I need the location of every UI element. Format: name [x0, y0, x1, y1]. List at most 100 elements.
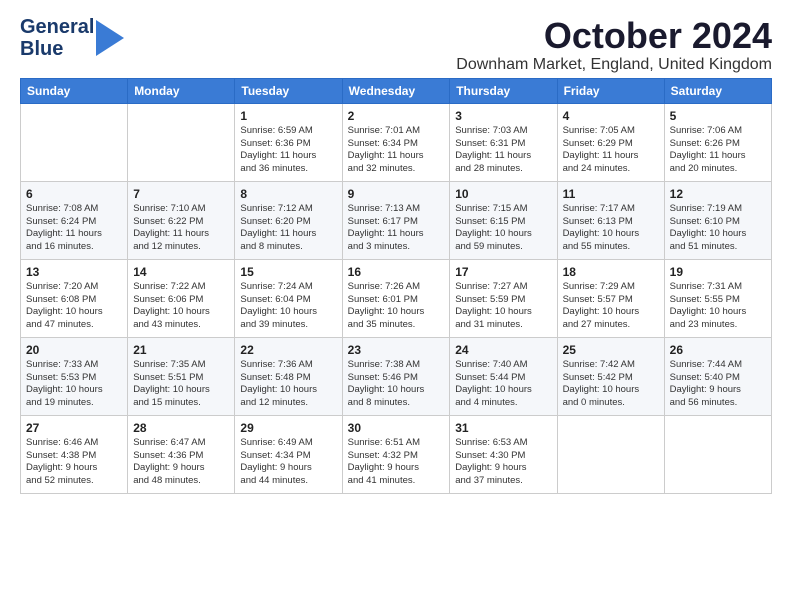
col-sunday: Sunday — [21, 78, 128, 103]
day-cell: 30Sunrise: 6:51 AM Sunset: 4:32 PM Dayli… — [342, 415, 450, 493]
page: General Blue October 2024 Downham Market… — [0, 0, 792, 612]
location: Downham Market, England, United Kingdom — [456, 56, 772, 74]
day-number: 16 — [348, 264, 445, 280]
day-cell: 15Sunrise: 7:24 AM Sunset: 6:04 PM Dayli… — [235, 259, 342, 337]
day-cell: 2Sunrise: 7:01 AM Sunset: 6:34 PM Daylig… — [342, 103, 450, 181]
day-cell: 17Sunrise: 7:27 AM Sunset: 5:59 PM Dayli… — [450, 259, 557, 337]
day-number: 7 — [133, 186, 229, 202]
day-number: 2 — [348, 108, 445, 124]
day-number: 12 — [670, 186, 766, 202]
day-cell: 16Sunrise: 7:26 AM Sunset: 6:01 PM Dayli… — [342, 259, 450, 337]
day-info: Sunrise: 7:26 AM Sunset: 6:01 PM Dayligh… — [348, 281, 445, 332]
day-number: 30 — [348, 420, 445, 436]
day-cell: 8Sunrise: 7:12 AM Sunset: 6:20 PM Daylig… — [235, 181, 342, 259]
day-info: Sunrise: 6:47 AM Sunset: 4:36 PM Dayligh… — [133, 437, 229, 488]
day-number: 1 — [240, 108, 336, 124]
day-info: Sunrise: 7:35 AM Sunset: 5:51 PM Dayligh… — [133, 359, 229, 410]
day-info: Sunrise: 7:08 AM Sunset: 6:24 PM Dayligh… — [26, 203, 122, 254]
day-cell: 25Sunrise: 7:42 AM Sunset: 5:42 PM Dayli… — [557, 337, 664, 415]
week-row-1: 1Sunrise: 6:59 AM Sunset: 6:36 PM Daylig… — [21, 103, 772, 181]
day-number: 24 — [455, 342, 551, 358]
col-thursday: Thursday — [450, 78, 557, 103]
day-cell: 19Sunrise: 7:31 AM Sunset: 5:55 PM Dayli… — [664, 259, 771, 337]
day-info: Sunrise: 6:53 AM Sunset: 4:30 PM Dayligh… — [455, 437, 551, 488]
day-cell: 27Sunrise: 6:46 AM Sunset: 4:38 PM Dayli… — [21, 415, 128, 493]
logo: General Blue — [20, 16, 124, 60]
day-number: 31 — [455, 420, 551, 436]
day-info: Sunrise: 6:59 AM Sunset: 6:36 PM Dayligh… — [240, 125, 336, 176]
day-cell: 13Sunrise: 7:20 AM Sunset: 6:08 PM Dayli… — [21, 259, 128, 337]
day-info: Sunrise: 7:01 AM Sunset: 6:34 PM Dayligh… — [348, 125, 445, 176]
header: General Blue October 2024 Downham Market… — [20, 16, 772, 74]
day-number: 10 — [455, 186, 551, 202]
day-number: 29 — [240, 420, 336, 436]
day-cell: 11Sunrise: 7:17 AM Sunset: 6:13 PM Dayli… — [557, 181, 664, 259]
day-info: Sunrise: 7:44 AM Sunset: 5:40 PM Dayligh… — [670, 359, 766, 410]
day-cell: 23Sunrise: 7:38 AM Sunset: 5:46 PM Dayli… — [342, 337, 450, 415]
day-cell: 14Sunrise: 7:22 AM Sunset: 6:06 PM Dayli… — [128, 259, 235, 337]
col-tuesday: Tuesday — [235, 78, 342, 103]
day-cell: 24Sunrise: 7:40 AM Sunset: 5:44 PM Dayli… — [450, 337, 557, 415]
day-cell: 29Sunrise: 6:49 AM Sunset: 4:34 PM Dayli… — [235, 415, 342, 493]
day-number: 6 — [26, 186, 122, 202]
day-cell: 9Sunrise: 7:13 AM Sunset: 6:17 PM Daylig… — [342, 181, 450, 259]
day-number: 4 — [563, 108, 659, 124]
day-info: Sunrise: 7:38 AM Sunset: 5:46 PM Dayligh… — [348, 359, 445, 410]
day-info: Sunrise: 7:03 AM Sunset: 6:31 PM Dayligh… — [455, 125, 551, 176]
day-number: 14 — [133, 264, 229, 280]
col-wednesday: Wednesday — [342, 78, 450, 103]
day-cell: 12Sunrise: 7:19 AM Sunset: 6:10 PM Dayli… — [664, 181, 771, 259]
day-number: 21 — [133, 342, 229, 358]
day-info: Sunrise: 7:10 AM Sunset: 6:22 PM Dayligh… — [133, 203, 229, 254]
day-number: 18 — [563, 264, 659, 280]
week-row-4: 20Sunrise: 7:33 AM Sunset: 5:53 PM Dayli… — [21, 337, 772, 415]
week-row-5: 27Sunrise: 6:46 AM Sunset: 4:38 PM Dayli… — [21, 415, 772, 493]
day-info: Sunrise: 7:15 AM Sunset: 6:15 PM Dayligh… — [455, 203, 551, 254]
day-info: Sunrise: 7:31 AM Sunset: 5:55 PM Dayligh… — [670, 281, 766, 332]
day-number: 8 — [240, 186, 336, 202]
day-number: 22 — [240, 342, 336, 358]
day-number: 5 — [670, 108, 766, 124]
day-cell: 7Sunrise: 7:10 AM Sunset: 6:22 PM Daylig… — [128, 181, 235, 259]
day-cell: 21Sunrise: 7:35 AM Sunset: 5:51 PM Dayli… — [128, 337, 235, 415]
day-info: Sunrise: 7:12 AM Sunset: 6:20 PM Dayligh… — [240, 203, 336, 254]
day-cell: 28Sunrise: 6:47 AM Sunset: 4:36 PM Dayli… — [128, 415, 235, 493]
day-number: 19 — [670, 264, 766, 280]
day-number: 26 — [670, 342, 766, 358]
day-number: 3 — [455, 108, 551, 124]
day-info: Sunrise: 7:33 AM Sunset: 5:53 PM Dayligh… — [26, 359, 122, 410]
title-area: October 2024 Downham Market, England, Un… — [456, 16, 772, 74]
day-info: Sunrise: 7:29 AM Sunset: 5:57 PM Dayligh… — [563, 281, 659, 332]
day-info: Sunrise: 7:27 AM Sunset: 5:59 PM Dayligh… — [455, 281, 551, 332]
day-info: Sunrise: 7:19 AM Sunset: 6:10 PM Dayligh… — [670, 203, 766, 254]
day-info: Sunrise: 7:20 AM Sunset: 6:08 PM Dayligh… — [26, 281, 122, 332]
day-info: Sunrise: 6:46 AM Sunset: 4:38 PM Dayligh… — [26, 437, 122, 488]
day-info: Sunrise: 6:51 AM Sunset: 4:32 PM Dayligh… — [348, 437, 445, 488]
day-cell — [21, 103, 128, 181]
col-friday: Friday — [557, 78, 664, 103]
day-cell: 6Sunrise: 7:08 AM Sunset: 6:24 PM Daylig… — [21, 181, 128, 259]
day-cell — [557, 415, 664, 493]
day-number: 25 — [563, 342, 659, 358]
day-cell: 10Sunrise: 7:15 AM Sunset: 6:15 PM Dayli… — [450, 181, 557, 259]
day-cell: 1Sunrise: 6:59 AM Sunset: 6:36 PM Daylig… — [235, 103, 342, 181]
day-info: Sunrise: 7:05 AM Sunset: 6:29 PM Dayligh… — [563, 125, 659, 176]
day-cell: 20Sunrise: 7:33 AM Sunset: 5:53 PM Dayli… — [21, 337, 128, 415]
day-cell — [664, 415, 771, 493]
day-number: 9 — [348, 186, 445, 202]
col-saturday: Saturday — [664, 78, 771, 103]
day-info: Sunrise: 7:42 AM Sunset: 5:42 PM Dayligh… — [563, 359, 659, 410]
day-cell: 3Sunrise: 7:03 AM Sunset: 6:31 PM Daylig… — [450, 103, 557, 181]
day-cell: 31Sunrise: 6:53 AM Sunset: 4:30 PM Dayli… — [450, 415, 557, 493]
day-number: 15 — [240, 264, 336, 280]
calendar-table: Sunday Monday Tuesday Wednesday Thursday… — [20, 78, 772, 494]
day-info: Sunrise: 7:40 AM Sunset: 5:44 PM Dayligh… — [455, 359, 551, 410]
day-number: 28 — [133, 420, 229, 436]
month-title: October 2024 — [456, 16, 772, 56]
day-number: 23 — [348, 342, 445, 358]
day-number: 13 — [26, 264, 122, 280]
day-number: 20 — [26, 342, 122, 358]
header-row: Sunday Monday Tuesday Wednesday Thursday… — [21, 78, 772, 103]
day-info: Sunrise: 7:06 AM Sunset: 6:26 PM Dayligh… — [670, 125, 766, 176]
day-number: 27 — [26, 420, 122, 436]
